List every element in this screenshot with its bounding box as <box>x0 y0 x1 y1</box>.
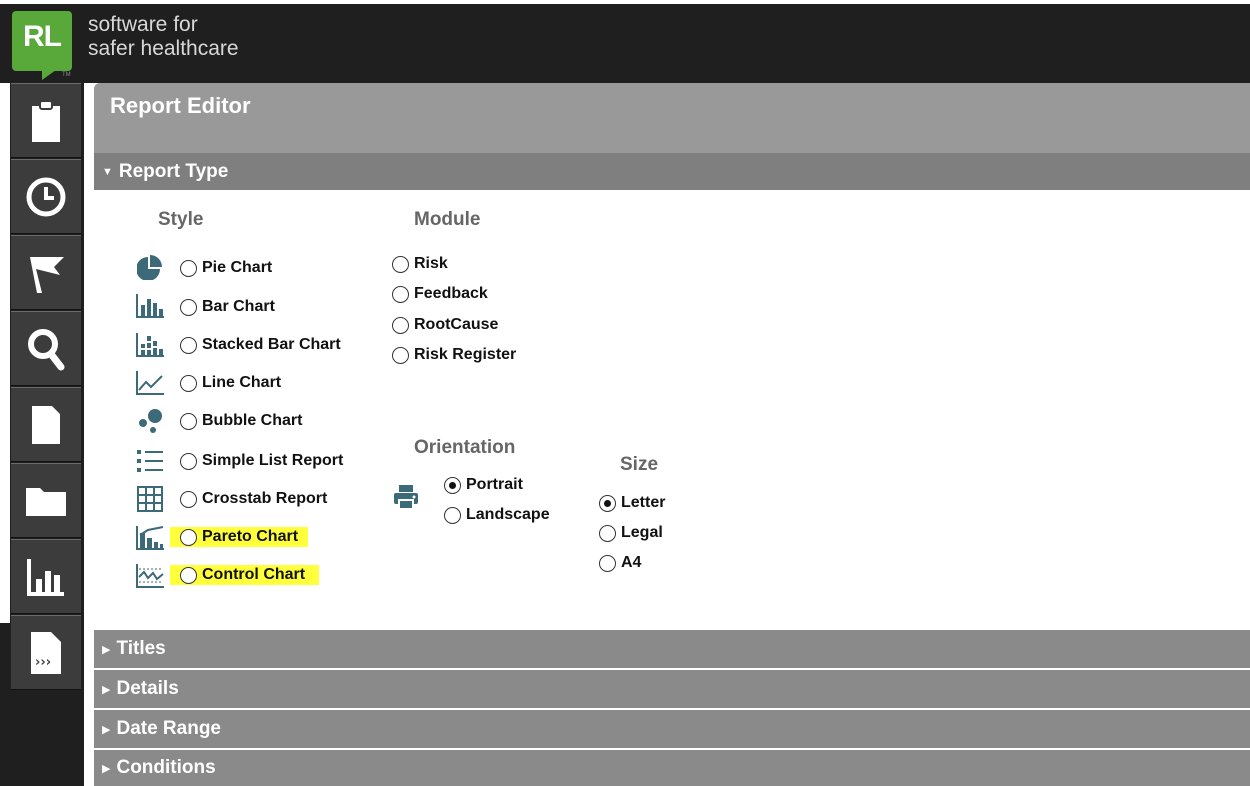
radio-feedback[interactable] <box>392 285 409 303</box>
svg-text:›››: ››› <box>35 655 51 670</box>
logo-trademark: TM <box>62 72 71 78</box>
radio-risk-register[interactable] <box>392 346 409 364</box>
section-details[interactable]: ▶ Details <box>94 670 1250 708</box>
radio-stacked-bar-chart[interactable] <box>180 336 197 354</box>
radio-bubble-chart[interactable] <box>180 412 197 430</box>
style-option-stacked-bar-chart[interactable]: Stacked Bar Chart <box>180 334 341 356</box>
report-editor: Report Editor ▼ Report Type Style Pie Ch… <box>94 83 1250 786</box>
size-option-a4[interactable]: A4 <box>599 552 641 574</box>
orientation-heading: Orientation <box>414 437 516 458</box>
section-titles[interactable]: ▶ Titles <box>94 630 1250 668</box>
radio-simple-list-report[interactable] <box>180 452 197 470</box>
radio-a4[interactable] <box>599 554 616 572</box>
document-icon <box>32 405 60 444</box>
control-chart-icon <box>134 562 166 590</box>
section-report-type[interactable]: ▼ Report Type <box>94 153 1250 190</box>
rl-logo[interactable]: RL <box>12 11 72 80</box>
module-option-feedback[interactable]: Feedback <box>392 283 488 305</box>
bar-chart-icon <box>134 292 166 320</box>
bar-chart-icon <box>27 558 64 596</box>
module-heading: Module <box>414 209 481 230</box>
top-bar: RL TM software for safer healthcare <box>0 4 1250 83</box>
radio-bar-chart[interactable] <box>180 298 197 316</box>
clock-icon <box>26 177 66 216</box>
page-title: Report Editor <box>110 93 251 118</box>
radio-portrait[interactable] <box>444 476 461 494</box>
caret-right-icon: ▶ <box>102 723 111 736</box>
radio-control-chart[interactable] <box>180 566 197 584</box>
highlight-mark: Control Chart <box>170 565 320 585</box>
sidebar-item-flag[interactable] <box>11 235 81 310</box>
module-option-risk-register[interactable]: Risk Register <box>392 344 516 366</box>
clipboard-icon <box>32 99 60 142</box>
editor-header: Report Editor <box>94 83 1250 153</box>
style-option-bar-chart[interactable]: Bar Chart <box>180 296 275 318</box>
search-icon <box>28 328 65 370</box>
radio-crosstab-report[interactable] <box>180 490 197 508</box>
style-option-simple-list-report[interactable]: Simple List Report <box>180 450 343 472</box>
list-icon <box>134 447 166 475</box>
style-heading: Style <box>158 209 204 230</box>
style-option-pareto-chart[interactable]: Pareto Chart <box>170 526 309 548</box>
report-type-panel: Style Pie Chart Bar Chart Stacked Bar Ch… <box>94 191 1250 629</box>
grid-icon <box>134 485 166 513</box>
caret-right-icon: ▶ <box>102 683 111 696</box>
style-option-pie-chart[interactable]: Pie Chart <box>180 257 272 279</box>
sidebar-item-export[interactable]: ››› <box>11 615 81 690</box>
sidebar-item-clipboard[interactable] <box>11 83 81 158</box>
sidebar-item-search[interactable] <box>11 311 81 386</box>
style-option-bubble-chart[interactable]: Bubble Chart <box>180 410 302 432</box>
tagline: software for safer healthcare <box>88 13 239 60</box>
orientation-option-portrait[interactable]: Portrait <box>444 474 523 496</box>
sidebar-item-folder[interactable] <box>11 463 81 538</box>
orientation-option-landscape[interactable]: Landscape <box>444 504 550 526</box>
export-file-icon: ››› <box>31 631 61 674</box>
radio-risk[interactable] <box>392 255 409 273</box>
sidebar-item-document[interactable] <box>11 387 81 462</box>
style-option-crosstab-report[interactable]: Crosstab Report <box>180 488 327 510</box>
sidebar-item-reports[interactable] <box>11 539 81 614</box>
module-option-rootcause[interactable]: RootCause <box>392 314 498 336</box>
sidebar-item-history[interactable] <box>11 159 81 234</box>
caret-down-icon: ▼ <box>102 165 113 178</box>
stacked-bar-icon <box>134 331 166 359</box>
radio-pie-chart[interactable] <box>180 259 197 277</box>
highlight-mark: Pareto Chart <box>170 527 309 547</box>
folder-icon <box>26 487 66 516</box>
flag-icon <box>30 256 64 293</box>
printer-icon <box>390 483 422 511</box>
line-chart-icon <box>134 369 166 397</box>
style-option-control-chart[interactable]: Control Chart <box>170 564 320 586</box>
pie-chart-icon <box>134 253 166 281</box>
size-heading: Size <box>620 454 659 475</box>
caret-right-icon: ▶ <box>102 643 111 656</box>
size-option-letter[interactable]: Letter <box>599 492 665 514</box>
radio-rootcause[interactable] <box>392 316 409 334</box>
section-date-range[interactable]: ▶ Date Range <box>94 710 1250 748</box>
section-conditions[interactable]: ▶ Conditions <box>94 750 1250 786</box>
module-option-risk[interactable]: Risk <box>392 253 448 275</box>
size-option-legal[interactable]: Legal <box>599 522 663 544</box>
pareto-icon <box>134 524 166 552</box>
caret-right-icon: ▶ <box>102 762 111 775</box>
bubble-chart-icon <box>134 407 166 435</box>
style-option-line-chart[interactable]: Line Chart <box>180 372 281 394</box>
radio-letter[interactable] <box>599 494 616 512</box>
radio-line-chart[interactable] <box>180 374 197 392</box>
radio-landscape[interactable] <box>444 506 461 524</box>
radio-pareto-chart[interactable] <box>180 528 197 546</box>
radio-legal[interactable] <box>599 524 616 542</box>
